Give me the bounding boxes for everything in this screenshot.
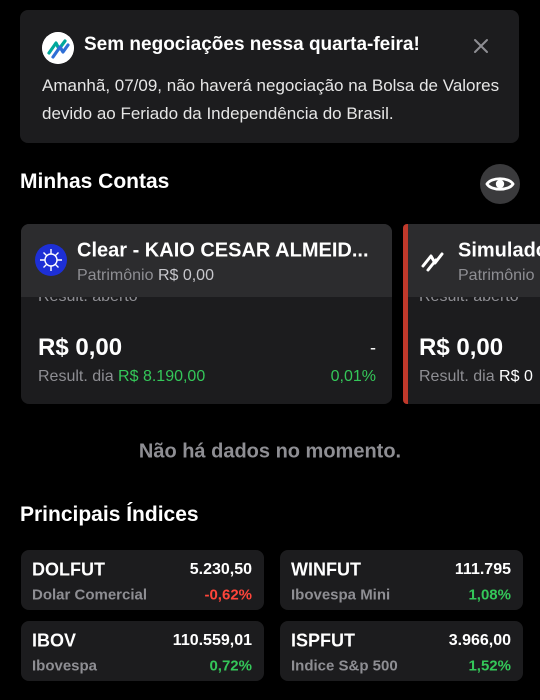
index-change: 1,08% — [468, 586, 511, 604]
notice-title: Sem negociações nessa quarta-feira! — [84, 34, 420, 55]
toggle-visibility-button[interactable] — [480, 164, 520, 204]
day-result-label: Result. dia — [419, 368, 495, 385]
index-card-winfut[interactable]: WINFUT 111.795 Ibovespa Mini 1,08% — [280, 550, 523, 610]
accounts-title: Minhas Contas — [20, 170, 170, 193]
index-card-ispfut[interactable]: ISPFUT 3.966,00 Indice S&p 500 1,52% — [280, 621, 523, 681]
index-symbol: ISPFUT — [291, 630, 356, 651]
index-name: Ibovespa — [32, 657, 98, 675]
index-price: 5.230,50 — [189, 561, 252, 578]
index-price: 3.966,00 — [448, 632, 511, 649]
account-card-clear[interactable]: Clear - KAIO CESAR ALMEID... Patrimônio … — [21, 224, 392, 404]
open-result-value: R$ 0,00 — [38, 334, 123, 361]
open-result-label: Result. aberto — [419, 297, 519, 306]
index-card-ibov[interactable]: IBOV 110.559,01 Ibovespa 0,72% — [21, 621, 264, 681]
account-card-header: Clear - KAIO CESAR ALMEID... Patrimônio … — [21, 224, 392, 297]
day-result-label: Result. dia — [38, 368, 114, 385]
notice-body: Amanhã, 07/09, não haverá negociação na … — [42, 76, 500, 123]
holiday-notice: Sem negociações nessa quarta-feira! Aman… — [20, 10, 519, 143]
day-result-value: R$ 8.190,00 — [118, 368, 206, 385]
account-card-header: Simulado Patrimônio — [408, 224, 540, 297]
day-result-value: R$ 0 — [499, 368, 533, 385]
index-symbol: DOLFUT — [32, 559, 105, 580]
day-result: Result. dia R$ 0 — [419, 368, 533, 386]
indices-title: Principais Índices — [20, 503, 199, 526]
patrimonio-label: Patrimônio — [458, 267, 535, 284]
index-change: 1,52% — [468, 657, 511, 675]
index-name: Dolar Comercial — [32, 586, 148, 604]
account-name: Simulado — [458, 239, 540, 262]
index-change: -0,62% — [204, 586, 252, 604]
app-logo-icon — [42, 32, 74, 64]
day-result-pct: 0,01% — [330, 368, 376, 385]
open-result-label: Result. aberto — [38, 297, 138, 306]
index-change: 0,72% — [209, 657, 252, 675]
index-price: 111.795 — [454, 561, 511, 578]
index-symbol: WINFUT — [291, 559, 361, 580]
account-name: Clear - KAIO CESAR ALMEID... — [77, 239, 369, 262]
index-symbol: IBOV — [32, 630, 77, 651]
day-result: Result. dia R$ 8.190,00 — [38, 368, 205, 386]
index-price: 110.559,01 — [172, 632, 252, 649]
open-result-value: R$ 0,00 — [419, 334, 504, 361]
eye-icon — [485, 177, 515, 191]
clear-logo-icon — [35, 244, 67, 276]
close-icon[interactable] — [469, 34, 493, 58]
no-data-message: Não há dados no momento. — [138, 440, 402, 463]
app-logo-icon — [418, 244, 450, 276]
patrimonio-label: Patrimônio — [77, 267, 154, 284]
open-result-change: - — [370, 337, 376, 358]
index-card-dolfut[interactable]: DOLFUT 5.230,50 Dolar Comercial -0,62% — [21, 550, 264, 610]
account-card-simulado[interactable]: Simulado Patrimônio Result. aberto R$ 0,… — [403, 224, 540, 404]
patrimonio-value: R$ 0,00 — [157, 267, 214, 284]
index-name: Indice S&p 500 — [291, 657, 398, 675]
account-patrimonio: Patrimônio R$ 0,00 — [77, 267, 214, 285]
index-name: Ibovespa Mini — [291, 586, 391, 604]
